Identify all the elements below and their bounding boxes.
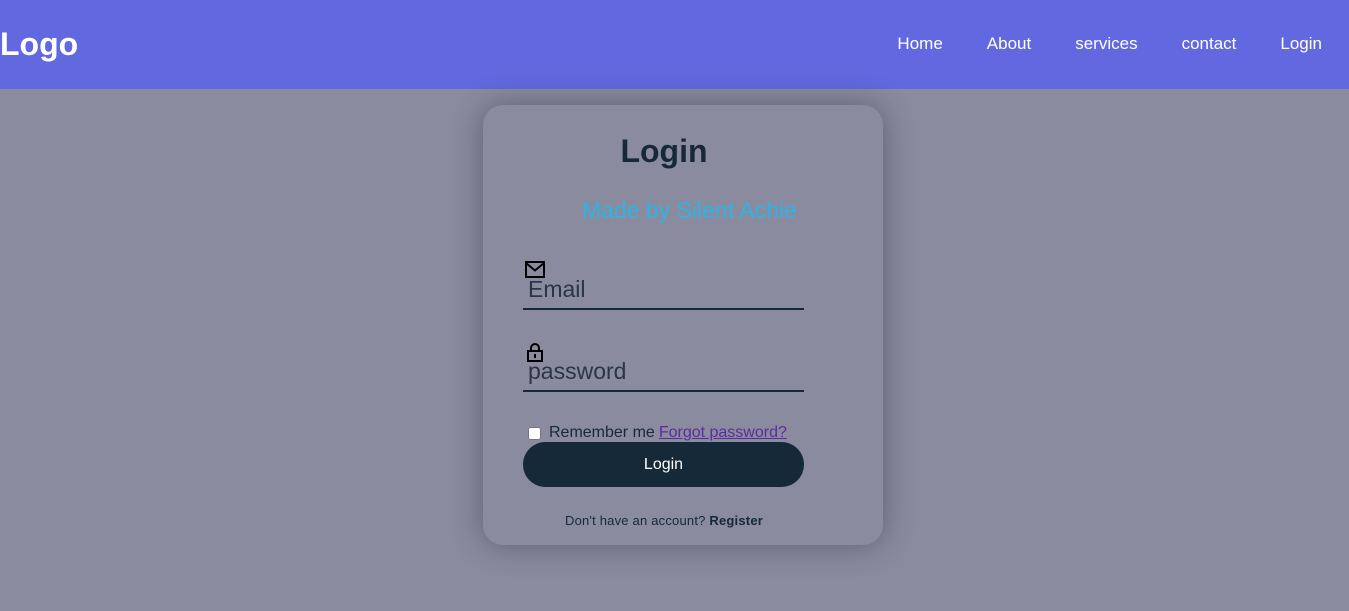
login-card: Login Made by Silent Achie Remember me F…	[483, 105, 883, 545]
email-input[interactable]	[528, 274, 798, 304]
marquee-text: Made by Silent Achie	[582, 197, 797, 223]
nav-link-home[interactable]: Home	[897, 34, 942, 54]
navbar: Logo Home About services contact Login	[0, 0, 1349, 89]
nav-link-contact[interactable]: contact	[1182, 34, 1237, 54]
password-input[interactable]	[528, 356, 798, 386]
register-prompt: Don't have an account?	[564, 513, 706, 528]
email-field-box	[523, 260, 804, 310]
forgot-password-link[interactable]: Forgot password?	[659, 424, 787, 442]
nav-link-about[interactable]: About	[987, 34, 1031, 54]
login-button[interactable]: Login	[523, 442, 804, 487]
remember-row: Remember me Forgot password?	[527, 424, 787, 442]
nav-link-services[interactable]: services	[1075, 34, 1137, 54]
remember-label: Remember me	[549, 424, 655, 441]
nav-link-login[interactable]: Login	[1280, 34, 1322, 54]
register-link[interactable]: Register	[709, 513, 763, 528]
logo: Logo	[0, 26, 79, 62]
remember-checkbox[interactable]	[528, 426, 541, 440]
password-field-box	[523, 342, 804, 392]
nav-links: Home About services contact Login	[853, 34, 1322, 54]
register-row: Don't have an account? Register	[483, 513, 845, 528]
login-title: Login	[620, 133, 708, 169]
